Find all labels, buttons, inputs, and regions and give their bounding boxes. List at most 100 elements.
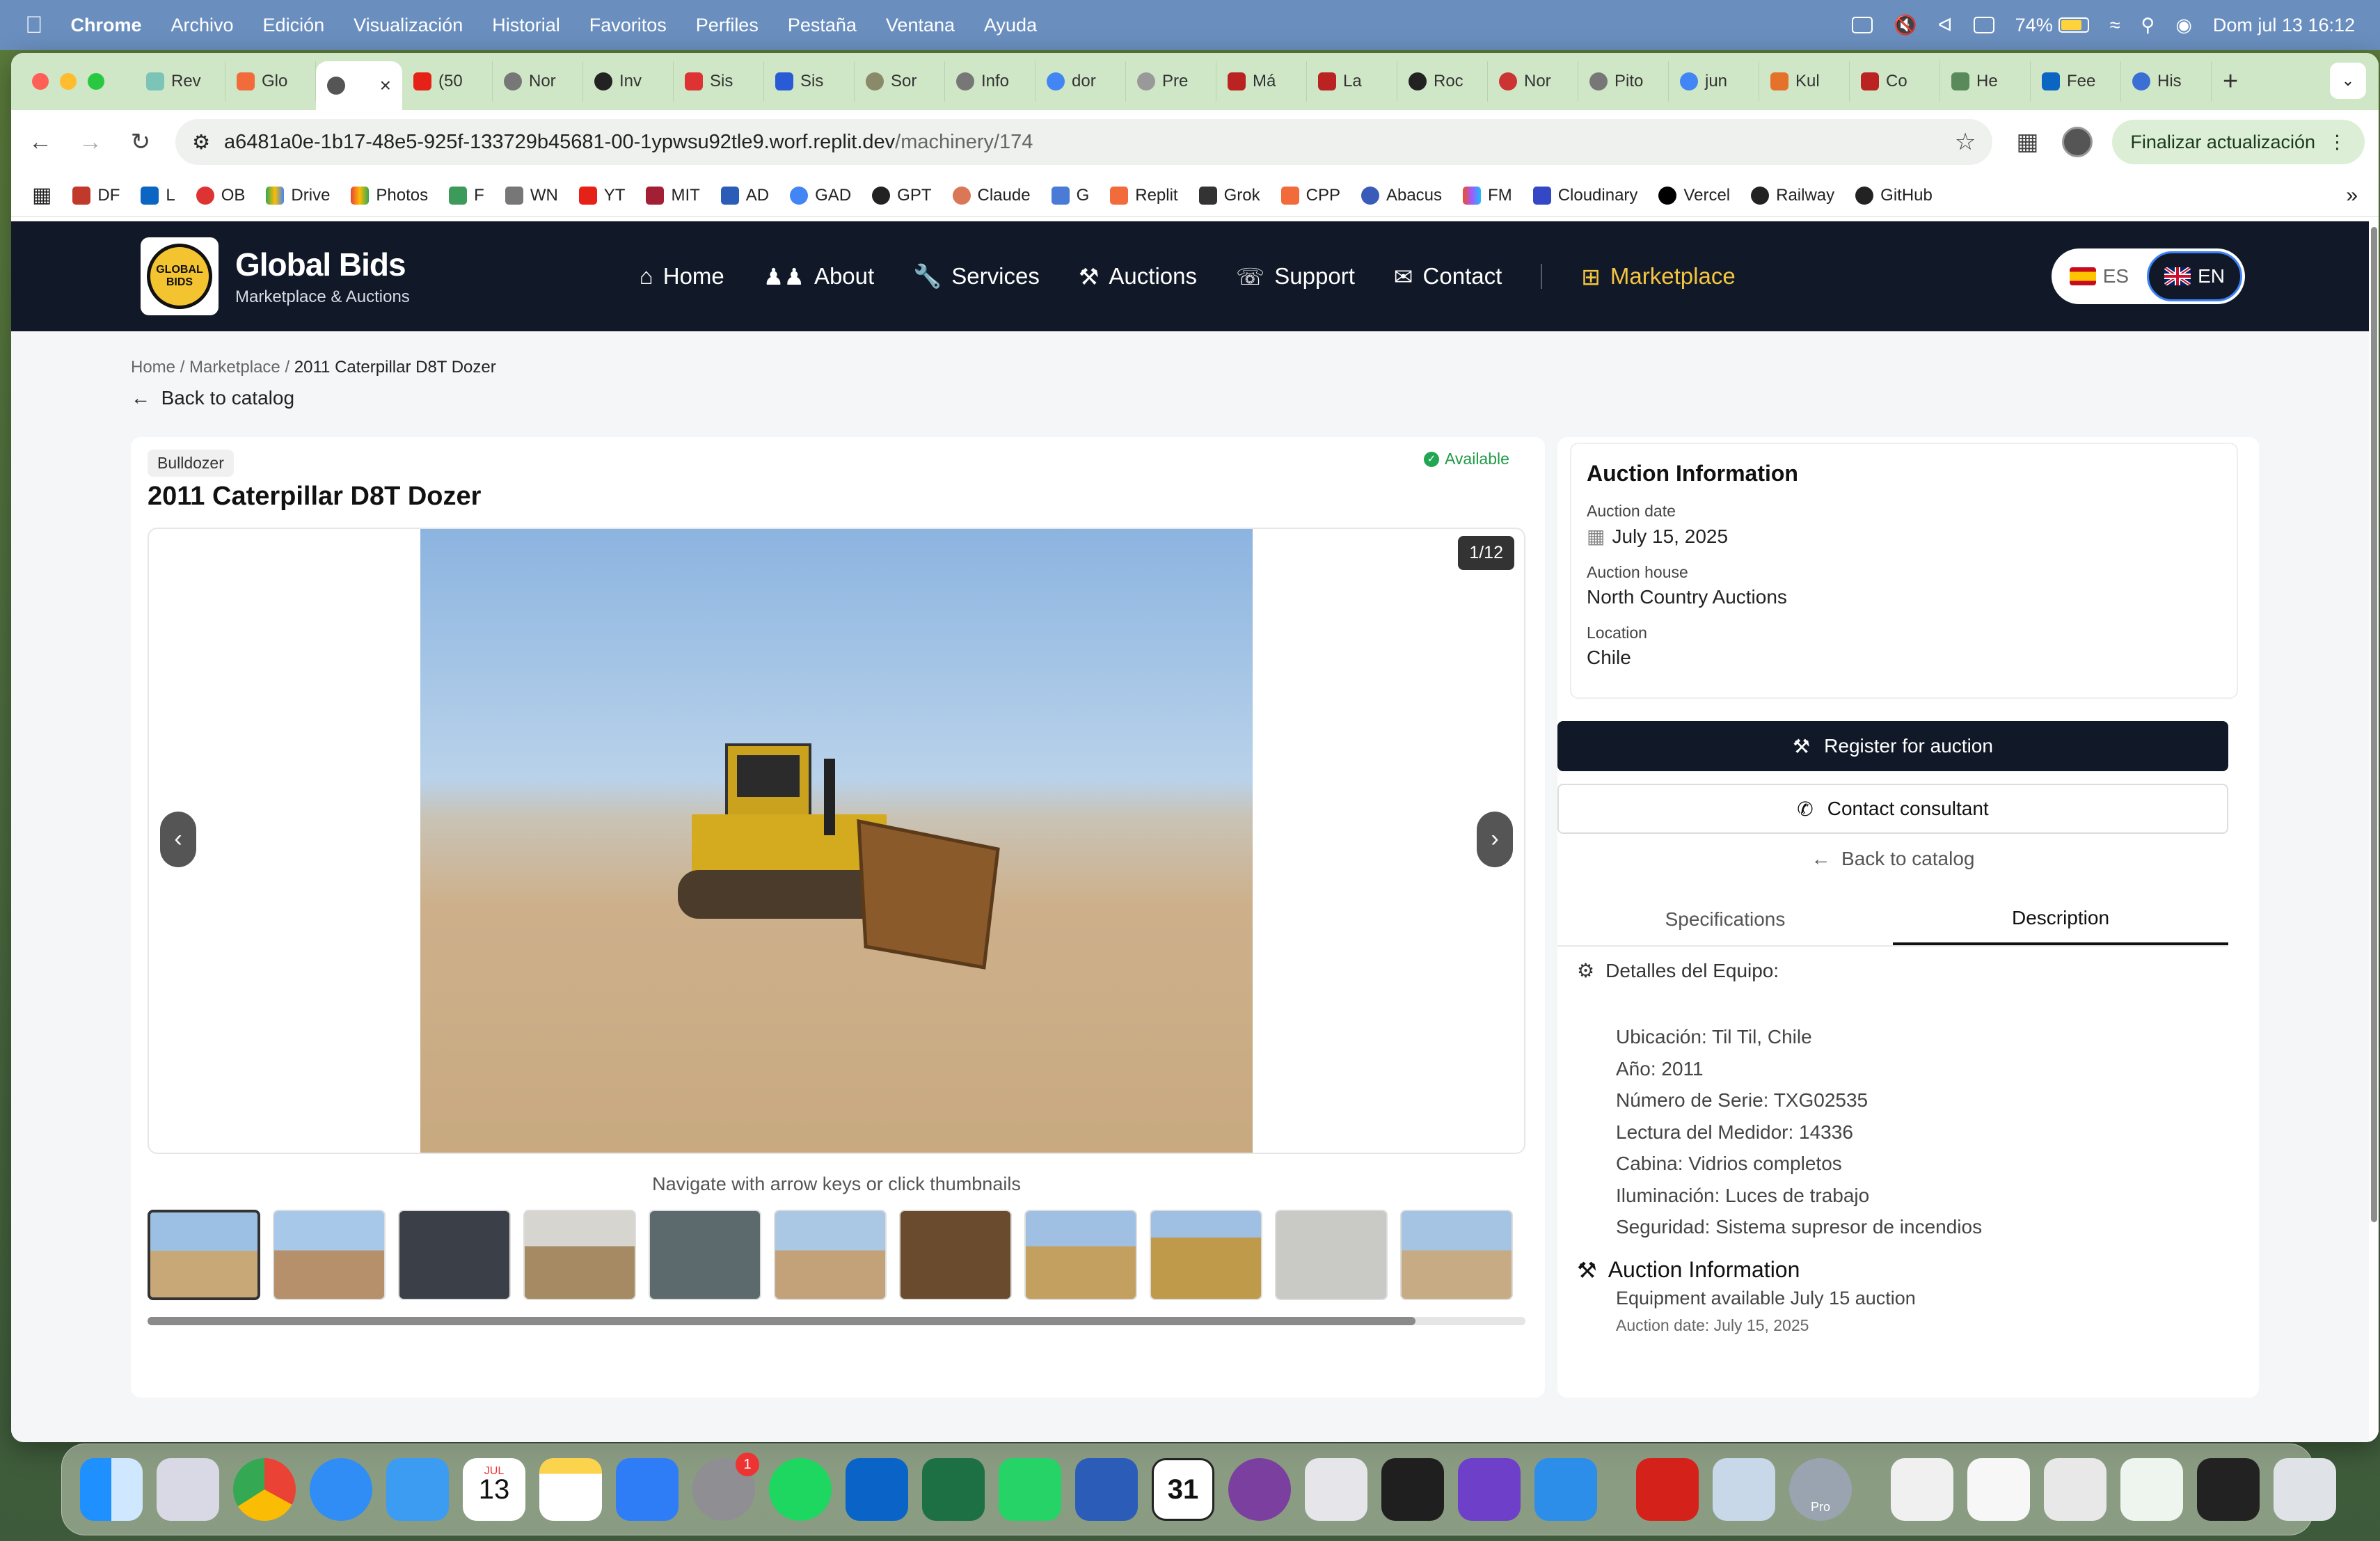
page-scrollbar-thumb[interactable]: [2371, 227, 2377, 1222]
bookmark-item[interactable]: Railway: [1751, 186, 1834, 205]
update-chrome-button[interactable]: Finalizar actualización ⋮: [2112, 120, 2365, 164]
back-to-catalog-link[interactable]: ← Back to catalog: [131, 387, 294, 409]
nav-support[interactable]: ☏ Support: [1236, 263, 1355, 290]
lang-es-button[interactable]: ES: [2054, 251, 2144, 301]
control-center-icon[interactable]: ◉: [2175, 15, 2192, 36]
browser-tab[interactable]: Má: [1216, 61, 1307, 102]
browser-tab[interactable]: He: [1940, 61, 2031, 102]
browser-tab[interactable]: Rev: [135, 61, 225, 102]
display-icon[interactable]: [1973, 17, 1994, 33]
bookmark-item[interactable]: Photos: [351, 186, 428, 205]
excel-icon[interactable]: [922, 1458, 985, 1521]
bookmark-item[interactable]: L: [141, 186, 175, 205]
close-window-button[interactable]: [32, 73, 49, 90]
bookmark-item[interactable]: F: [449, 186, 484, 205]
chrome-icon[interactable]: [233, 1458, 296, 1521]
menu-edicion[interactable]: Edición: [263, 15, 325, 36]
bookmark-item[interactable]: Cloudinary: [1532, 186, 1637, 205]
apps-grid-icon[interactable]: ▦: [32, 183, 51, 207]
prev-image-button[interactable]: ‹: [160, 812, 196, 867]
browser-tab[interactable]: Kul: [1759, 61, 1850, 102]
bookmark-item[interactable]: MIT: [646, 186, 700, 205]
iphone-mirroring-icon[interactable]: [1305, 1458, 1367, 1521]
bookmark-star-icon[interactable]: ☆: [1955, 128, 1976, 156]
thumbnail[interactable]: [1024, 1210, 1137, 1300]
menu-chrome[interactable]: Chrome: [71, 15, 142, 36]
contact-consultant-button[interactable]: ✆ Contact consultant: [1557, 784, 2228, 834]
bookmark-item[interactable]: Vercel: [1658, 186, 1730, 205]
thumbnail[interactable]: [649, 1210, 761, 1300]
browser-tab[interactable]: La: [1307, 61, 1397, 102]
browser-tab[interactable]: Inv: [583, 61, 674, 102]
breadcrumb-marketplace[interactable]: Marketplace: [189, 358, 280, 377]
fantastical-icon[interactable]: 31: [1152, 1458, 1214, 1521]
brand-block[interactable]: Global Bids Marketplace & Auctions: [235, 246, 410, 307]
bookmark-item[interactable]: WN: [505, 186, 558, 205]
menu-ventana[interactable]: Ventana: [886, 15, 955, 36]
bookmark-item[interactable]: CPP: [1280, 186, 1340, 205]
extensions-puzzle-icon[interactable]: ▦: [2012, 128, 2042, 156]
outlook-icon[interactable]: [846, 1458, 908, 1521]
nav-about[interactable]: ♟♟ About: [763, 263, 874, 290]
browser-tab[interactable]: Nor: [1488, 61, 1578, 102]
preview-icon[interactable]: [1713, 1458, 1775, 1521]
browser-tab[interactable]: jun: [1669, 61, 1759, 102]
spotify-icon[interactable]: [769, 1458, 832, 1521]
thumbnail[interactable]: [398, 1210, 511, 1300]
browser-tab[interactable]: Info: [945, 61, 1036, 102]
thumbnail[interactable]: [1400, 1210, 1513, 1300]
bookmark-item[interactable]: Replit: [1110, 186, 1178, 205]
site-logo[interactable]: GLOBAL BIDS: [141, 237, 219, 315]
menubar-clock[interactable]: Dom jul 13 16:12: [2213, 15, 2355, 36]
browser-tab[interactable]: Pre: [1126, 61, 1216, 102]
browser-tab[interactable]: Nor: [493, 61, 583, 102]
thumbnail[interactable]: [774, 1210, 887, 1300]
browser-tab[interactable]: Glo: [225, 61, 316, 102]
notes-icon[interactable]: [539, 1458, 602, 1521]
tab-search-chevron-icon[interactable]: ⌄: [2330, 63, 2366, 99]
register-for-auction-button[interactable]: ⚒ Register for auction: [1557, 721, 2228, 771]
bookmark-item[interactable]: GAD: [790, 186, 851, 205]
battery-indicator[interactable]: 74%: [2015, 15, 2089, 36]
bookmark-item[interactable]: YT: [578, 186, 625, 205]
menu-pestana[interactable]: Pestaña: [788, 15, 857, 36]
new-tab-button[interactable]: +: [2223, 67, 2238, 97]
launchpad-icon[interactable]: [157, 1458, 219, 1521]
forward-arrow-icon[interactable]: →: [75, 129, 106, 156]
thumbnail[interactable]: [1275, 1210, 1388, 1300]
spotlight-icon[interactable]: ⚲: [2141, 15, 2155, 36]
github-desktop-icon[interactable]: [1458, 1458, 1521, 1521]
browser-tab[interactable]: dor: [1036, 61, 1126, 102]
mail-icon[interactable]: [386, 1458, 449, 1521]
drive-status-icon[interactable]: [1852, 17, 1873, 33]
word-icon[interactable]: [1075, 1458, 1138, 1521]
browser-tab[interactable]: Pito: [1578, 61, 1669, 102]
nav-marketplace[interactable]: ⊞ Marketplace: [1581, 263, 1735, 290]
screen-recorder-icon[interactable]: [1228, 1458, 1291, 1521]
recent-document-icon[interactable]: [2044, 1458, 2107, 1521]
app-icon[interactable]: [1381, 1458, 1444, 1521]
main-product-image[interactable]: [420, 529, 1253, 1153]
bluetooth-icon[interactable]: ᐊ: [1938, 15, 1953, 36]
browser-tab[interactable]: Co: [1850, 61, 1940, 102]
bookmark-item[interactable]: GitHub: [1855, 186, 1933, 205]
browser-tab[interactable]: Sor: [855, 61, 945, 102]
tab-description[interactable]: Description: [1893, 894, 2228, 945]
menu-historial[interactable]: Historial: [492, 15, 560, 36]
bookmark-item[interactable]: AD: [720, 186, 769, 205]
menu-favoritos[interactable]: Favoritos: [589, 15, 667, 36]
browser-tab[interactable]: Roc: [1397, 61, 1488, 102]
menu-archivo[interactable]: Archivo: [171, 15, 234, 36]
wifi-icon[interactable]: ≈: [2110, 15, 2120, 36]
bookmark-item[interactable]: G: [1051, 186, 1089, 205]
calendar-icon[interactable]: JUL 13: [463, 1458, 525, 1521]
breadcrumb-home[interactable]: Home: [131, 358, 175, 377]
mute-icon[interactable]: 🔇: [1894, 14, 1917, 36]
back-to-catalog-button[interactable]: ← Back to catalog: [1557, 848, 2228, 870]
menu-visualizacion[interactable]: Visualización: [354, 15, 463, 36]
bookmark-item[interactable]: FM: [1463, 186, 1512, 205]
recent-document-icon[interactable]: [2197, 1458, 2260, 1521]
zoom-window-button[interactable]: [88, 73, 104, 90]
apple-icon[interactable]: : [25, 12, 43, 39]
thumbnail[interactable]: [273, 1210, 386, 1300]
